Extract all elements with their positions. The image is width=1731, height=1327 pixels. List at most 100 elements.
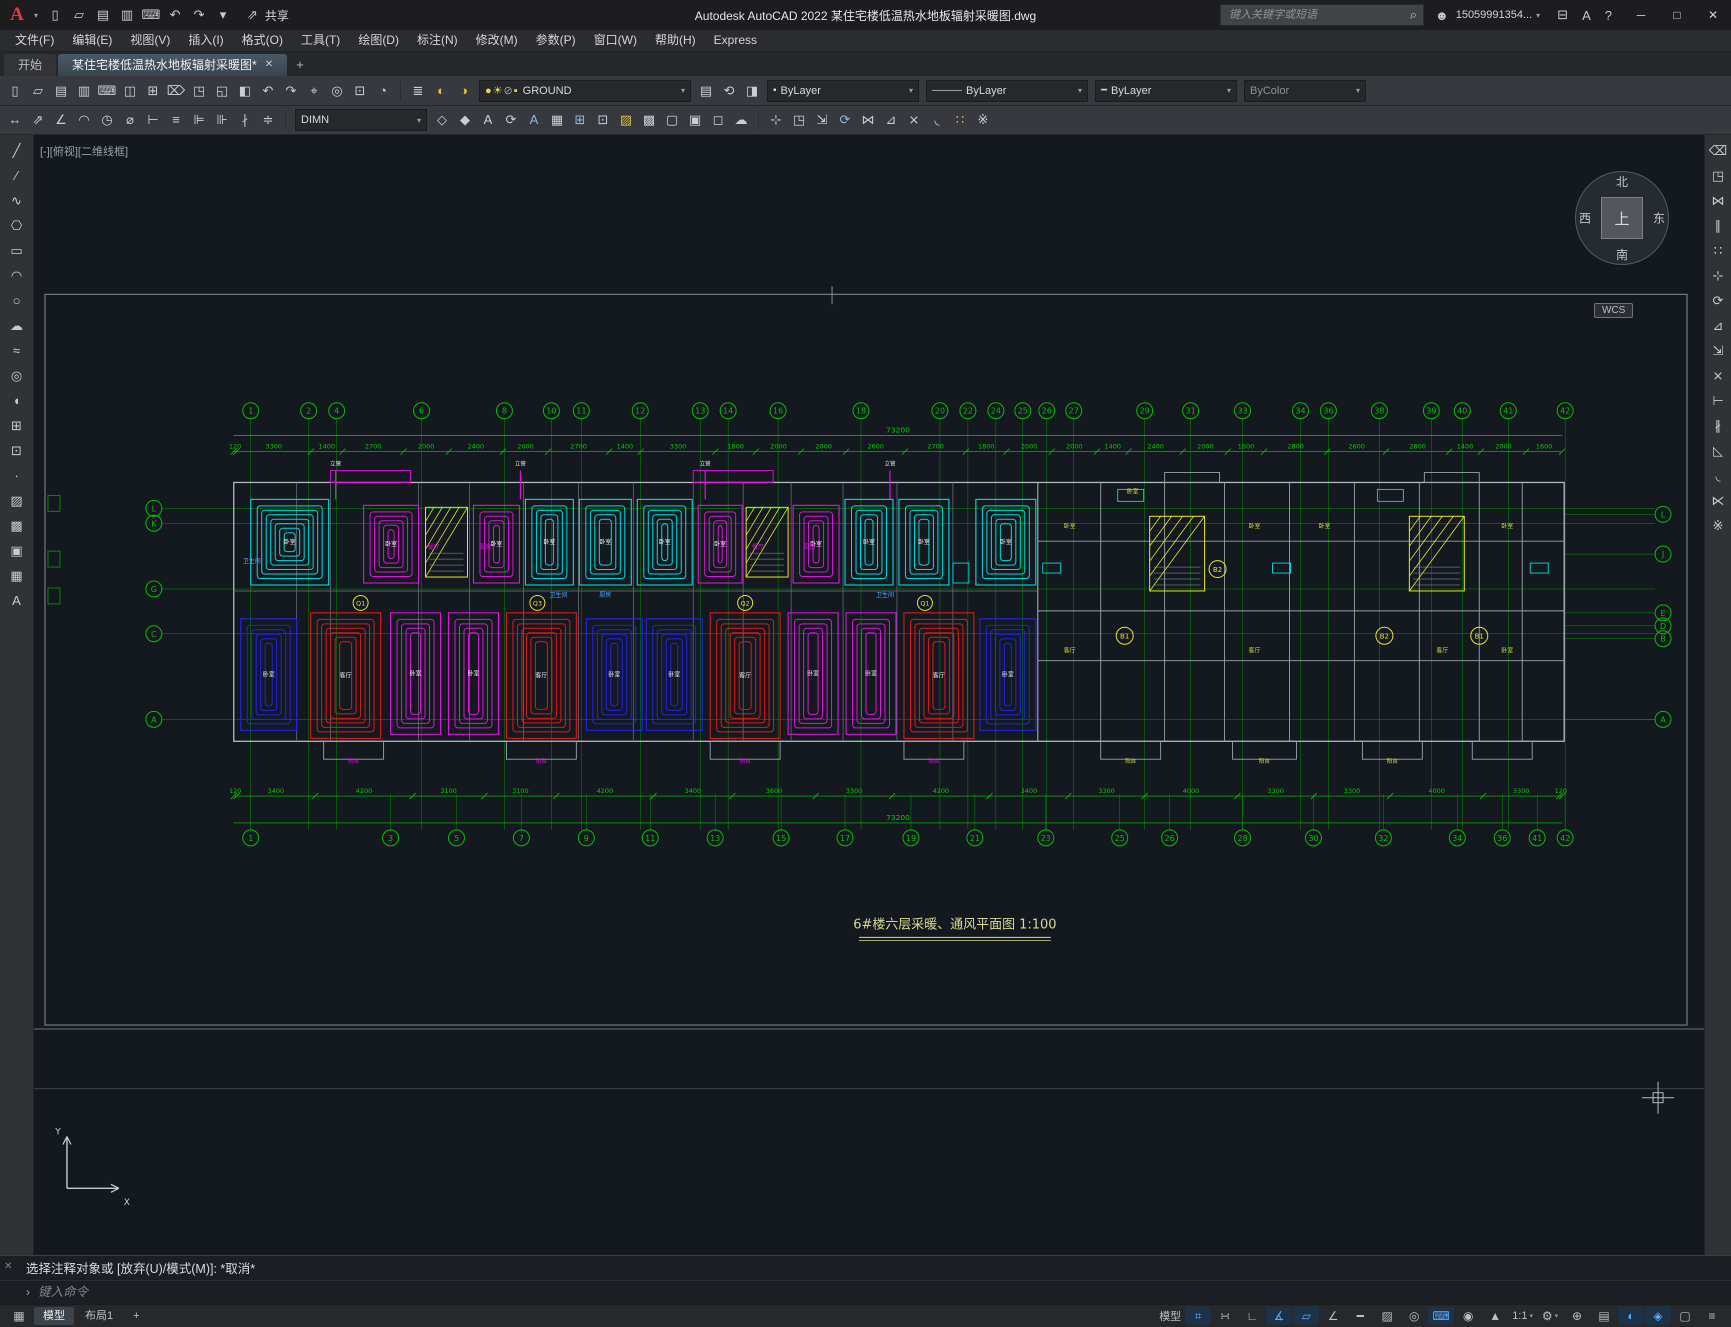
save-as-icon[interactable]: ▥	[116, 4, 138, 26]
zoom-window-icon[interactable]: ⊡	[349, 80, 371, 102]
insert-block-icon[interactable]: ⊞	[5, 414, 29, 438]
dim-arc-length-icon[interactable]: ◠	[73, 109, 95, 131]
layer-previous-icon[interactable]: ⟲	[718, 80, 740, 102]
search-input[interactable]	[1227, 8, 1410, 22]
qnew-icon[interactable]: ▯	[4, 80, 26, 102]
explode-icon[interactable]: ※	[972, 109, 994, 131]
snap-mode-icon[interactable]: ∺	[1212, 1307, 1238, 1325]
copy-clip-icon[interactable]: ◳	[188, 80, 210, 102]
tab-active-drawing[interactable]: 某住宅楼低温热水地板辐射采暖图* ✕	[58, 54, 288, 76]
copy-icon[interactable]: ◳	[1706, 164, 1730, 188]
wipeout-icon[interactable]: ◻	[707, 109, 729, 131]
revcloud-icon[interactable]: ☁	[5, 314, 29, 338]
stretch-icon[interactable]: ⇲	[1706, 339, 1730, 363]
plot-icon[interactable]: ⌨	[140, 4, 162, 26]
customization-icon[interactable]: ≡	[1699, 1307, 1725, 1325]
qat-customize-icon[interactable]: ▾	[212, 4, 234, 26]
copy-icon[interactable]: ◳	[788, 109, 810, 131]
scale-icon[interactable]: ⊿	[880, 109, 902, 131]
redo-icon[interactable]: ↷	[188, 4, 210, 26]
open-icon[interactable]: ▱	[68, 4, 90, 26]
viewport-controls[interactable]: [-][俯视][二维线框]	[40, 143, 128, 159]
menu-绘图D[interactable]: 绘图(D)	[349, 30, 408, 51]
explode-icon[interactable]: ※	[1706, 514, 1730, 538]
dim-ordinate-icon[interactable]: ⊢	[142, 109, 164, 131]
plot-style-combo[interactable]: ByColor ▾	[1244, 79, 1366, 102]
dim-edit-icon[interactable]: ◆	[454, 109, 476, 131]
isolate-objects-icon[interactable]: ◐	[1618, 1307, 1644, 1325]
layer-properties-icon[interactable]: ≣	[407, 80, 429, 102]
drawing-canvas[interactable]: 1 2 4 6 8 10 11 12 13 14 16 18 20 22 24 25 26 27 29 31 33 34 3…	[34, 135, 1704, 1255]
menu-标注N[interactable]: 标注(N)	[408, 30, 467, 51]
dim-space-icon[interactable]: ≑	[257, 109, 279, 131]
spline-icon[interactable]: ≈	[5, 339, 29, 363]
menu-编辑E[interactable]: 编辑(E)	[63, 30, 121, 51]
mirror-icon[interactable]: ⋈	[1706, 189, 1730, 213]
polygon-icon[interactable]: ⎔	[5, 214, 29, 238]
hatch-icon[interactable]: ▨	[5, 489, 29, 513]
publish-icon[interactable]: ⊞	[142, 80, 164, 102]
zoom-realtime-icon[interactable]: ◎	[326, 80, 348, 102]
redo-icon[interactable]: ↷	[280, 80, 302, 102]
tab-start[interactable]: 开始	[4, 54, 57, 76]
revision-cloud-icon[interactable]: ☁	[730, 109, 752, 131]
tab-close-icon[interactable]: ✕	[265, 54, 273, 76]
create-block-icon[interactable]: ⊡	[592, 109, 614, 131]
dim-aligned-icon[interactable]: ⇗	[27, 109, 49, 131]
offset-icon[interactable]: ∥	[1706, 214, 1730, 238]
zoom-previous-icon[interactable]: ◔	[372, 80, 394, 102]
dim-style-combo[interactable]: DIMN ▾	[295, 109, 427, 131]
ellipse-icon[interactable]: ◎	[5, 364, 29, 388]
match-properties-icon[interactable]: ◧	[234, 80, 256, 102]
minimize-button[interactable]: ─	[1623, 0, 1659, 30]
make-block-icon[interactable]: ⊡	[5, 439, 29, 463]
qsave-icon[interactable]: ▤	[92, 4, 114, 26]
close-button[interactable]: ✕	[1695, 0, 1731, 30]
arc-icon[interactable]: ◠	[5, 264, 29, 288]
table-icon[interactable]: ▦	[546, 109, 568, 131]
trim-icon[interactable]: ⨯	[1706, 364, 1730, 388]
plot-preview-icon[interactable]: ◫	[119, 80, 141, 102]
dim-angular-icon[interactable]: ∠	[50, 109, 72, 131]
annotation-autoscale-icon[interactable]: ▲	[1482, 1307, 1508, 1325]
model-tab[interactable]: 模型	[34, 1307, 74, 1325]
chamfer-icon[interactable]: ◺	[1706, 439, 1730, 463]
model-space-button[interactable]: 模型	[1156, 1307, 1184, 1325]
clean-screen-icon[interactable]: ▢	[1672, 1307, 1698, 1325]
mtext-icon[interactable]: A	[5, 589, 29, 613]
boundary-icon[interactable]: ▢	[661, 109, 683, 131]
transparency-icon[interactable]: ▨	[1374, 1307, 1400, 1325]
dim-break-icon[interactable]: ∤	[234, 109, 256, 131]
annotation-monitor-icon[interactable]: ⊕	[1564, 1307, 1590, 1325]
workspace-switch-icon[interactable]: ⚙ ▾	[1537, 1307, 1563, 1325]
menu-Express[interactable]: Express	[705, 30, 766, 51]
mtext-icon[interactable]: A	[523, 109, 545, 131]
layer-match-icon[interactable]: ◨	[741, 80, 763, 102]
layer-isolate-icon[interactable]: ◑	[453, 80, 475, 102]
account-menu[interactable]: ☻ 15059991354... ▾	[1432, 8, 1546, 23]
stretch-icon[interactable]: ⇲	[811, 109, 833, 131]
dim-text-edit-icon[interactable]: A	[477, 109, 499, 131]
break-icon[interactable]: ∦	[1706, 414, 1730, 438]
region-icon[interactable]: ▣	[684, 109, 706, 131]
menu-视图V[interactable]: 视图(V)	[121, 30, 179, 51]
region-icon[interactable]: ▣	[5, 539, 29, 563]
scale-icon[interactable]: ⊿	[1706, 314, 1730, 338]
rotate-icon[interactable]: ⟳	[834, 109, 856, 131]
insert-block-icon[interactable]: ⊞	[569, 109, 591, 131]
plot-icon[interactable]: ⌨	[96, 80, 118, 102]
color-combo[interactable]: ▪ ByLayer ▾	[767, 79, 919, 102]
dim-linear-icon[interactable]: ↔	[4, 109, 26, 131]
cut-icon[interactable]: ⌦	[165, 80, 187, 102]
linetype-combo[interactable]: ——— ByLayer ▾	[926, 79, 1088, 102]
table-icon[interactable]: ▦	[5, 564, 29, 588]
cart-icon[interactable]: ⊟	[1554, 7, 1571, 23]
open-icon[interactable]: ▱	[27, 80, 49, 102]
polar-tracking-icon[interactable]: ∡	[1266, 1307, 1293, 1325]
circle-icon[interactable]: ○	[5, 289, 29, 313]
view-compass[interactable]: 北 南 西 东 上	[1575, 171, 1669, 265]
menu-参数P[interactable]: 参数(P)	[527, 30, 585, 51]
dim-diameter-icon[interactable]: ⌀	[119, 109, 141, 131]
ortho-icon[interactable]: ∟	[1239, 1307, 1265, 1325]
annotation-visibility-icon[interactable]: ◉	[1455, 1307, 1481, 1325]
